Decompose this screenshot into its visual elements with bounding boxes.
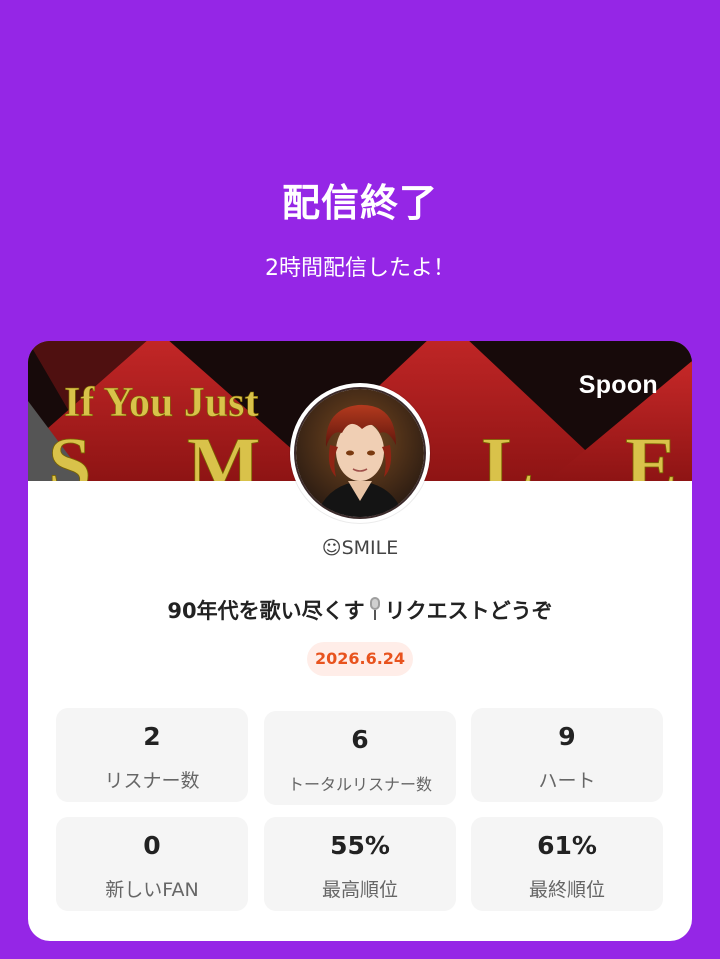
stat-value: 55% <box>330 831 390 860</box>
stat-value: 61% <box>537 831 597 860</box>
stat-final-rank: 61% 最終順位 <box>471 817 663 911</box>
stat-new-fans: 0 新しいFAN <box>56 817 248 911</box>
live-title-text-1: 90年代を歌い尽くす <box>167 599 365 623</box>
stat-label: トータルリスナー数 <box>287 775 432 794</box>
username[interactable]: ☺SMILE <box>28 537 692 559</box>
stat-value: 6 <box>351 725 369 754</box>
avatar-image <box>296 389 424 517</box>
live-title-text-2: リクエストどうぞ <box>384 599 553 623</box>
banner-text-top: If You Just <box>64 380 259 426</box>
spoon-logo: Spoon <box>578 371 658 399</box>
stat-label: 新しいFAN <box>105 879 199 901</box>
stat-value: 2 <box>143 722 161 751</box>
stat-listeners: 2 リスナー数 <box>56 708 248 802</box>
page-title: 配信終了 <box>281 181 438 225</box>
live-title: 90年代を歌い尽くす リクエストどうぞ <box>28 595 692 627</box>
page-subtitle: 2時間配信したよ！ <box>265 256 455 281</box>
stat-label: 最高順位 <box>321 879 398 901</box>
stat-hearts: 9 ハート <box>471 708 663 802</box>
avatar[interactable] <box>290 383 430 523</box>
stat-value: 0 <box>143 831 161 860</box>
live-ended-screen: 配信終了 2時間配信したよ！ If You Just S M I L E <box>0 0 720 959</box>
stat-label: リスナー数 <box>104 770 200 792</box>
date-badge: 2026.6.24 <box>307 642 413 676</box>
microphone-icon <box>367 596 383 627</box>
stat-label: ハート <box>538 770 596 792</box>
stat-highest-rank: 55% 最高順位 <box>264 817 456 911</box>
live-summary-card: If You Just S M I L E Spoon <box>28 341 692 941</box>
stat-label: 最終順位 <box>528 879 605 901</box>
stat-value: 9 <box>558 722 576 751</box>
stat-total-listeners: 6 トータルリスナー数 <box>264 711 456 805</box>
